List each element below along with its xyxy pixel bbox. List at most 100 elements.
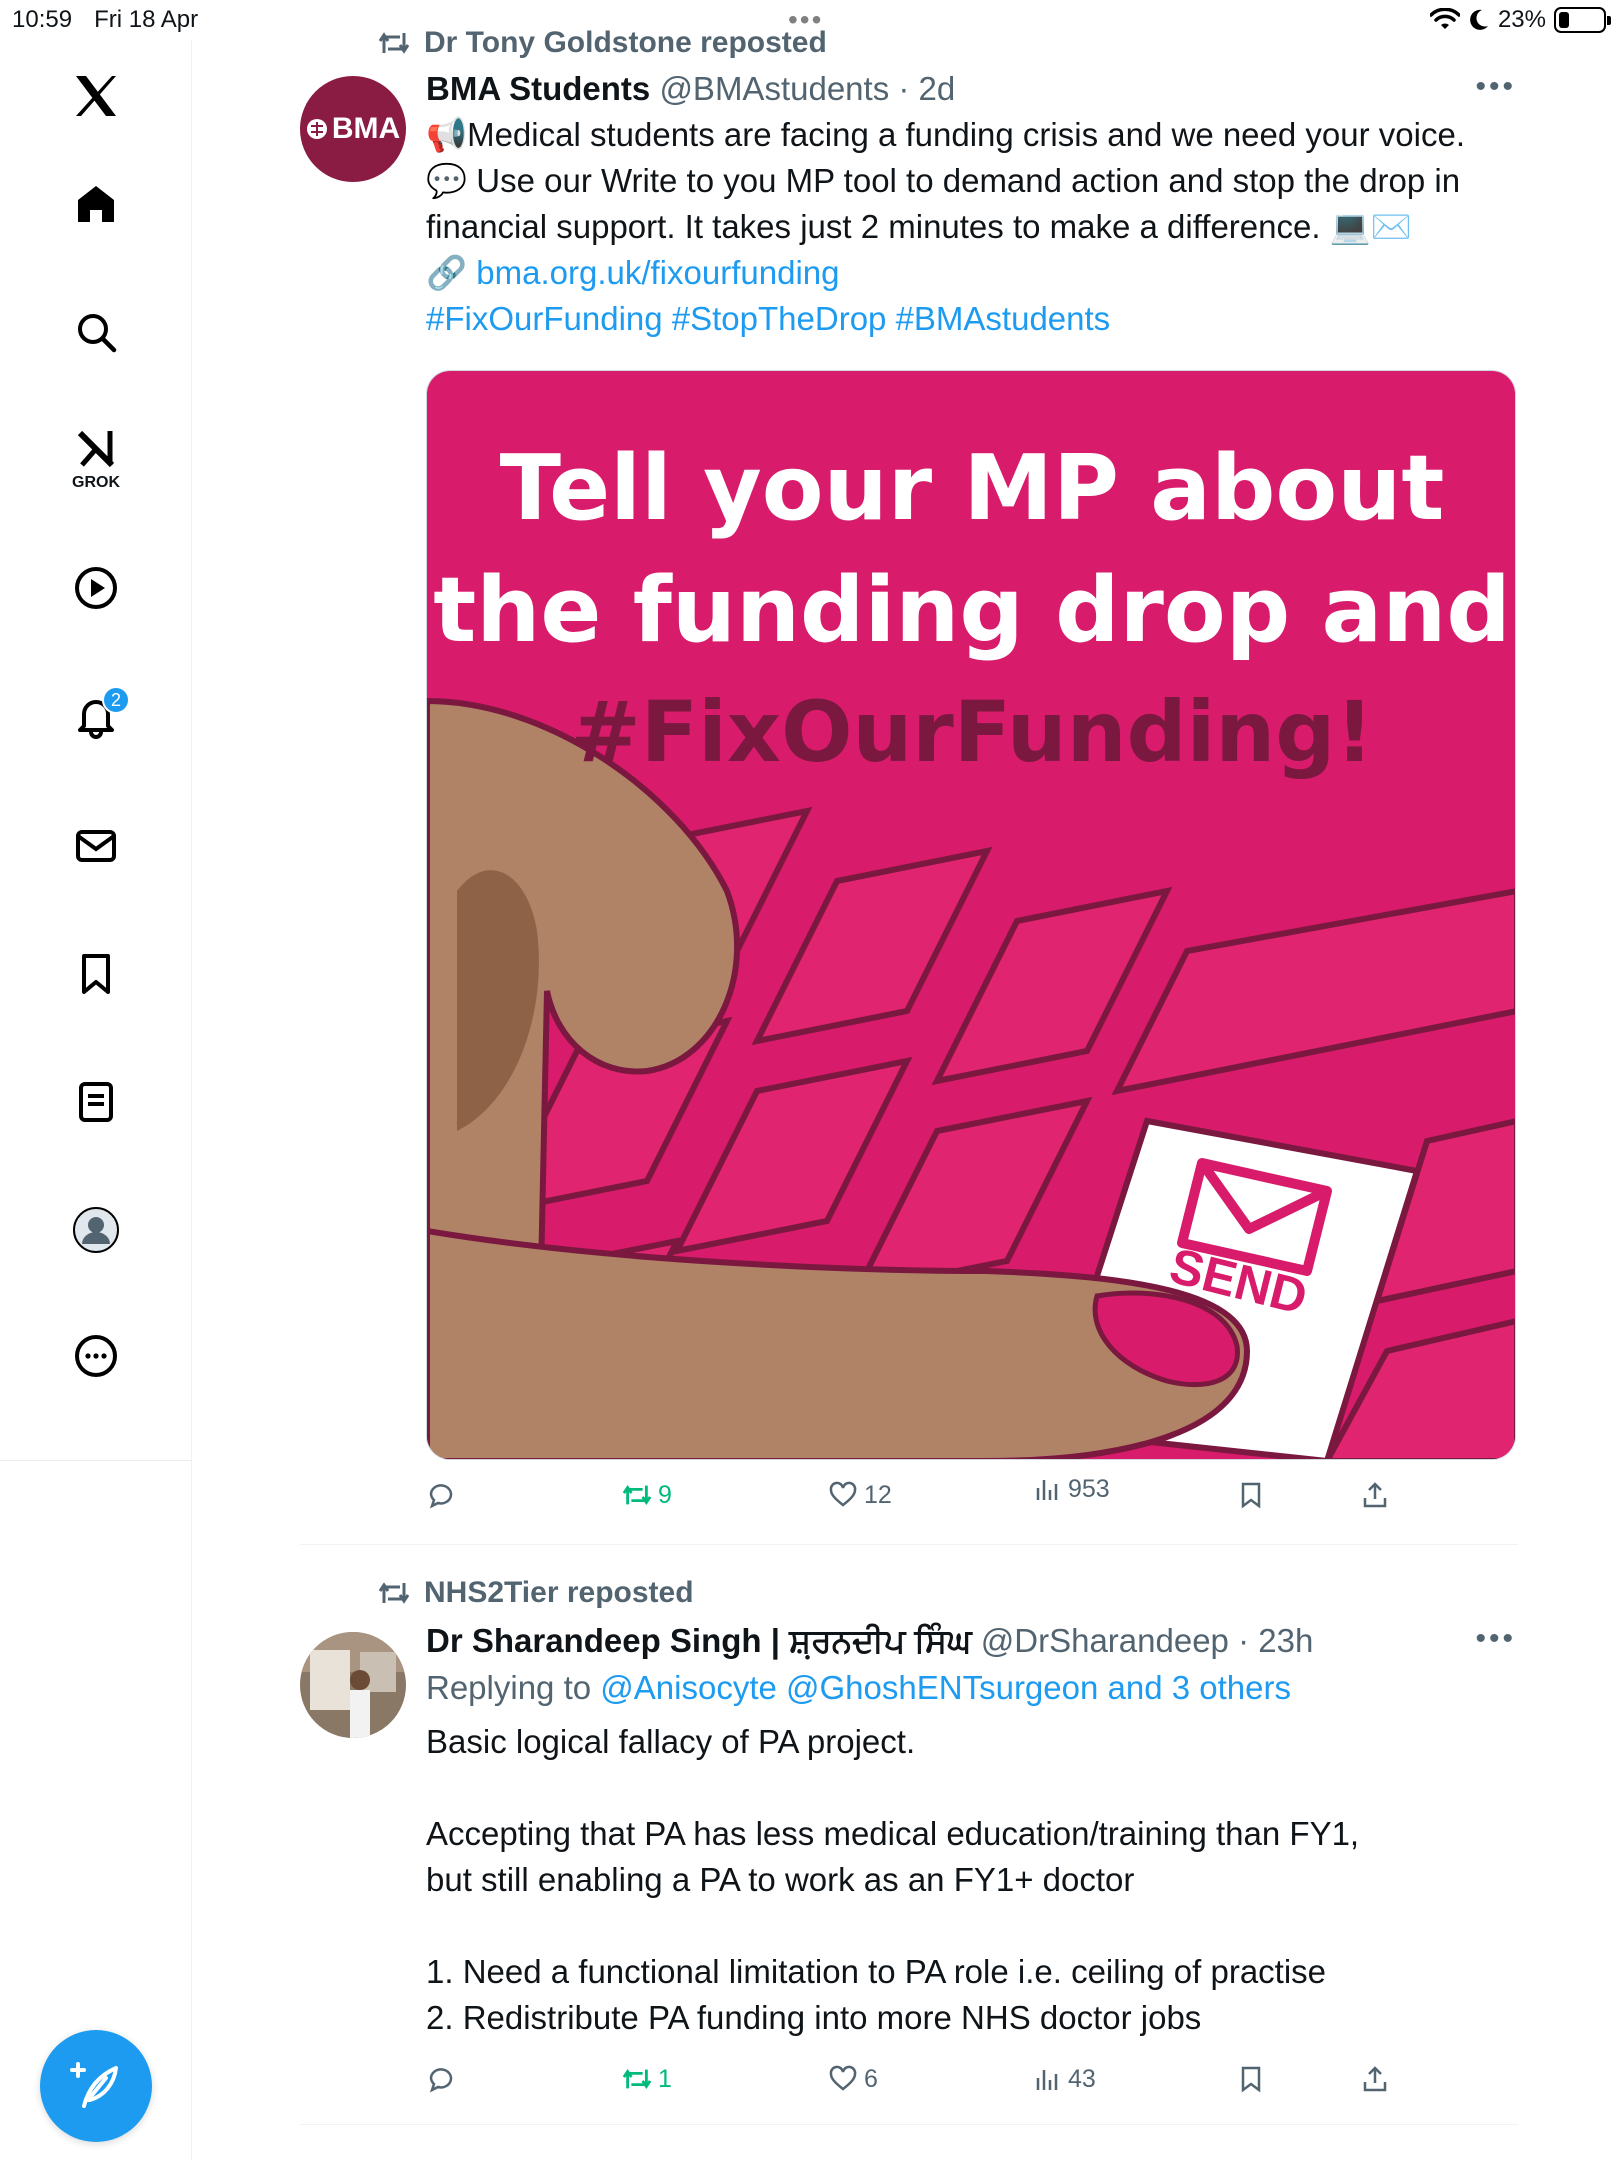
- reply-button[interactable]: [426, 1480, 462, 1510]
- search-icon: [78, 314, 117, 353]
- reply-button[interactable]: [426, 2064, 462, 2094]
- bookmark-button[interactable]: [1236, 1480, 1266, 1510]
- avatar-bma[interactable]: BMA: [300, 76, 406, 182]
- repost-icon: [378, 32, 410, 54]
- sidebar-divider: [0, 1460, 192, 1461]
- replying-prefix: Replying to: [426, 1669, 592, 1706]
- post-text-line: 1. Need a functional limitation to PA ro…: [426, 1953, 1327, 1990]
- author-handle[interactable]: @DrSharandeep: [981, 1622, 1229, 1659]
- replying-to-handles[interactable]: @Anisocyte @GhoshENTsurgeon and 3 others: [600, 1669, 1291, 1706]
- post-actions: 1 6 43: [426, 2064, 1426, 2104]
- wifi-icon: [1429, 8, 1460, 29]
- repost-context: Dr Tony Goldstone reposted: [378, 26, 827, 60]
- like-button[interactable]: 12: [828, 1480, 892, 1510]
- image-headline-line3: #FixOurFunding!: [570, 683, 1373, 781]
- envelope-icon: [76, 830, 116, 862]
- profile-avatar-icon: [73, 1207, 119, 1253]
- bma-emblem-icon: [306, 119, 327, 139]
- status-date: Fri 18 Apr: [94, 6, 199, 33]
- sidebar-item-grok[interactable]: GROK: [60, 422, 132, 494]
- like-count: 12: [864, 1480, 892, 1509]
- share-button[interactable]: [1360, 1480, 1390, 1510]
- post-text-line: Basic logical fallacy of PA project.: [426, 1723, 916, 1760]
- x-logo-icon[interactable]: [60, 60, 132, 132]
- fix-our-funding-illustration: SEND Tell your MP about the funding drop…: [427, 371, 1515, 1459]
- reply-icon: [429, 2068, 453, 2093]
- bookmark-icon: [1241, 2066, 1261, 2093]
- views-chart-icon: [1036, 2070, 1058, 2090]
- grok-label: GROK: [72, 474, 120, 491]
- link-icon: 🔗: [426, 254, 468, 291]
- post-text-line: 💬 Use our Write to you MP tool to demand…: [426, 162, 1461, 199]
- grok-icon: [77, 430, 115, 468]
- repost-count: 1: [658, 2064, 672, 2093]
- sidebar-item-messages[interactable]: [60, 810, 132, 882]
- post-text-line: [426, 1765, 1516, 1811]
- share-icon: [1363, 2066, 1387, 2092]
- post-link[interactable]: bma.org.uk/fixourfunding: [476, 254, 839, 291]
- like-button[interactable]: 6: [828, 2064, 878, 2094]
- replying-to: Replying to @Anisocyte @GhoshENTsurgeon …: [426, 1669, 1516, 1707]
- sidebar-item-bookmarks[interactable]: [60, 938, 132, 1010]
- battery-percent: 23%: [1497, 6, 1546, 33]
- like-count: 6: [864, 2064, 878, 2093]
- sidebar-item-search[interactable]: [60, 296, 132, 368]
- feather-plus-icon: [70, 2062, 118, 2108]
- sidebar-item-notifications[interactable]: 2: [60, 680, 132, 752]
- sidebar-item-home[interactable]: [60, 168, 132, 240]
- author-name[interactable]: BMA Students: [426, 70, 650, 107]
- views-button[interactable]: 953: [1032, 1474, 1110, 1504]
- author-handle[interactable]: @BMAstudents: [659, 70, 889, 107]
- compose-post-button[interactable]: [40, 2030, 152, 2142]
- share-icon: [1363, 1482, 1387, 1508]
- home-icon: [78, 186, 114, 222]
- sidebar-item-profile[interactable]: [60, 1194, 132, 1266]
- heart-icon: [829, 1481, 857, 1507]
- views-count: 43: [1068, 2064, 1096, 2093]
- more-circle-icon: [75, 1335, 117, 1377]
- bookmark-icon: [1241, 1482, 1261, 1509]
- post-more-icon[interactable]: •••: [1475, 1622, 1516, 1656]
- moon-icon: [1470, 9, 1488, 30]
- repost-icon: [378, 1582, 410, 1604]
- avatar-dr-sharandeep[interactable]: [300, 1632, 406, 1738]
- post-text: Basic logical fallacy of PA project. Acc…: [426, 1719, 1516, 2041]
- post-header: BMA Students @BMAstudents · 2d: [426, 70, 956, 107]
- post-text-line: 📢Medical students are facing a funding c…: [426, 116, 1465, 153]
- views-chart-icon: [1036, 1480, 1058, 1500]
- share-button[interactable]: [1360, 2064, 1390, 2094]
- repost-button[interactable]: 1: [622, 2064, 672, 2094]
- repost-count: 9: [658, 1480, 672, 1509]
- post-text-line: [426, 1903, 1516, 1949]
- views-button[interactable]: 43: [1032, 2064, 1096, 2094]
- post-hashtags[interactable]: #FixOurFunding #StopTheDrop #BMAstudents: [426, 296, 1516, 342]
- post-more-icon[interactable]: •••: [1475, 70, 1516, 104]
- post-image[interactable]: SEND Tell your MP about the funding drop…: [426, 370, 1516, 1460]
- heart-icon: [829, 2065, 857, 2091]
- sidebar-item-more[interactable]: [60, 1320, 132, 1392]
- post-text-line: Accepting that PA has less medical educa…: [426, 1815, 1360, 1852]
- post-divider: [300, 2124, 1518, 2125]
- views-count: 953: [1068, 1474, 1110, 1503]
- post-actions: 9 12 953: [426, 1475, 1426, 1520]
- sidebar-item-lists[interactable]: [60, 1066, 132, 1138]
- profile-photo: [300, 1632, 406, 1738]
- play-circle-icon: [75, 567, 117, 609]
- bookmark-icon: [82, 954, 110, 994]
- reply-icon: [429, 1484, 453, 1509]
- sidebar-nav: GROK 2: [0, 40, 192, 2160]
- list-icon: [79, 1082, 113, 1122]
- post-header: Dr Sharandeep Singh | ਸ਼਼ਰਨਦੀਪ ਸਿੰਘ @DrSh…: [426, 1622, 1314, 1659]
- notification-badge: 2: [102, 686, 130, 714]
- repost-context: NHS2Tier reposted: [378, 1576, 694, 1610]
- author-name[interactable]: Dr Sharandeep Singh | ਸ਼਼ਰਨਦੀਪ ਸਿੰਘ: [426, 1622, 972, 1659]
- bookmark-button[interactable]: [1236, 2064, 1266, 2094]
- repost-button[interactable]: 9: [622, 1480, 672, 1510]
- post-time[interactable]: 23h: [1258, 1622, 1313, 1659]
- repost-context-label: Dr Tony Goldstone reposted: [424, 26, 827, 59]
- post-text-line: but still enabling a PA to work as an FY…: [426, 1861, 1135, 1898]
- post-text-line: financial support. It takes just 2 minut…: [426, 208, 1412, 245]
- repost-context-label: NHS2Tier reposted: [424, 1576, 694, 1609]
- post-time[interactable]: 2d: [919, 70, 956, 107]
- sidebar-item-video[interactable]: [60, 552, 132, 624]
